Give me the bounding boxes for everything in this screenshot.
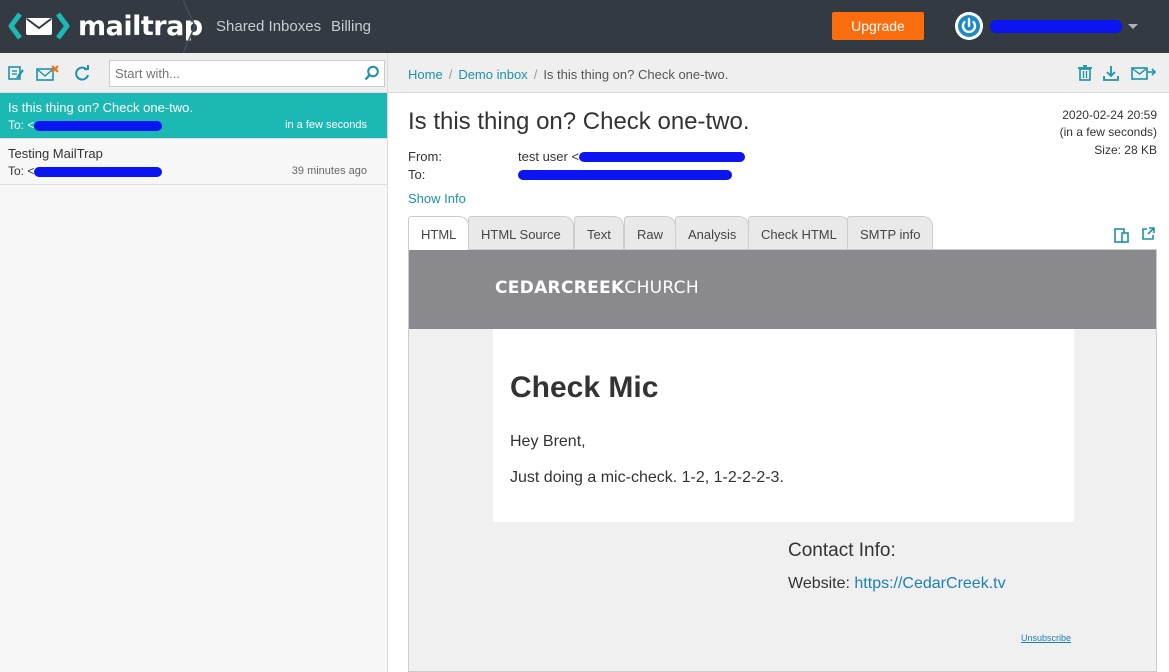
recipient-email-redacted [518, 170, 732, 180]
tab-check-html[interactable]: Check HTML [748, 216, 850, 249]
tab-html[interactable]: HTML [408, 216, 470, 250]
breadcrumb-current: Is this thing on? Check one-two. [543, 67, 729, 82]
recipient-redacted [34, 121, 162, 131]
recipient-redacted [34, 167, 162, 177]
message-subject: Is this thing on? Check one-two. [8, 100, 193, 115]
nav-shared-inboxes[interactable]: Shared Inboxes [216, 18, 321, 35]
email-body-card: Check Mic Hey Brent, Just doing a mic-ch… [493, 329, 1074, 522]
email-banner: CEDARCREEKCHURCH [409, 250, 1156, 329]
message-time: in a few seconds [285, 119, 367, 131]
tab-text[interactable]: Text [574, 216, 624, 249]
sender-email-redacted [579, 152, 745, 162]
contact-website: Website: https://CedarCreek.tv [788, 575, 1006, 593]
nav-divider-icon [183, 0, 196, 53]
nav-billing[interactable]: Billing [331, 18, 371, 35]
unsubscribe-link[interactable]: Unsubscribe [1021, 633, 1071, 643]
mobile-view-icon[interactable] [1114, 227, 1130, 243]
message-to: To: < [8, 118, 35, 132]
clear-inbox-icon[interactable] [36, 64, 60, 82]
breadcrumb-separator: / [448, 67, 453, 82]
user-email-redacted[interactable] [990, 20, 1122, 33]
breadcrumb-separator: / [533, 67, 538, 82]
mailtrap-logo-icon [8, 12, 70, 40]
tab-analysis[interactable]: Analysis [675, 216, 750, 249]
email-html-preview: CEDARCREEKCHURCH Check Mic Hey Brent, Ju… [408, 249, 1157, 672]
message-list-item[interactable]: Testing MailTrap To: < 39 minutes ago [0, 139, 387, 185]
message-size: Size: 28 KB [1094, 143, 1157, 157]
message-list-item[interactable]: Is this thing on? Check one-two. To: < i… [0, 93, 387, 139]
from-label: From: [408, 149, 442, 164]
tab-smtp-info[interactable]: SMTP info [847, 216, 934, 249]
website-label: Website: [788, 575, 855, 592]
mailtrap-logo[interactable]: mailtrap [8, 9, 203, 43]
message-tabs: HTML HTML Source Text Raw Analysis Check… [408, 216, 1157, 250]
forward-email-icon[interactable] [1131, 64, 1157, 82]
brand-light: CHURCH [624, 278, 699, 298]
message-subject-heading: Is this thing on? Check one-two. [408, 108, 750, 135]
email-heading: Check Mic [510, 371, 659, 404]
message-relative-time: (in a few seconds) [1059, 125, 1157, 139]
download-icon[interactable] [1102, 64, 1120, 82]
tab-raw[interactable]: Raw [624, 216, 677, 249]
email-greeting: Hey Brent, [510, 433, 586, 450]
website-link[interactable]: https://CedarCreek.tv [854, 575, 1005, 592]
brand-bold: CEDARCREEK [495, 278, 625, 298]
message-list-pane: Is this thing on? Check one-two. To: < i… [0, 53, 388, 672]
top-nav-bar: mailtrap Shared Inboxes Billing Upgrade [0, 0, 1169, 53]
open-new-window-icon[interactable] [1141, 227, 1155, 241]
message-view-pane: Home / Demo inbox / Is this thing on? Check … [388, 53, 1169, 672]
email-body-text: Just doing a mic-check. 1-2, 1-2-2-2-3. [510, 469, 784, 486]
upgrade-button[interactable]: Upgrade [832, 12, 924, 40]
chevron-down-icon[interactable] [1128, 24, 1138, 29]
refresh-icon[interactable] [73, 64, 91, 82]
from-value: test user < [518, 149, 580, 164]
to-label: To: [408, 167, 426, 182]
tab-html-source[interactable]: HTML Source [468, 216, 574, 249]
message-list-toolbar [0, 53, 387, 93]
show-info-link[interactable]: Show Info [408, 191, 466, 206]
search-input[interactable] [109, 60, 385, 87]
delete-icon[interactable] [1076, 64, 1094, 82]
breadcrumb: Home / Demo inbox / Is this thing on? Check … [408, 67, 728, 82]
breadcrumb-bar: Home / Demo inbox / Is this thing on? Check … [388, 53, 1169, 93]
breadcrumb-home[interactable]: Home [408, 67, 443, 82]
user-avatar-power-icon[interactable] [955, 12, 983, 40]
message-date: 2020-02-24 20:59 [1062, 108, 1157, 122]
search-icon[interactable] [364, 65, 380, 81]
message-time: 39 minutes ago [291, 165, 367, 177]
cedarcreek-logo: CEDARCREEKCHURCH [495, 278, 699, 298]
message-subject: Testing MailTrap [8, 146, 103, 161]
edit-icon[interactable] [7, 64, 25, 82]
message-to: To: < [8, 164, 35, 178]
contact-heading: Contact Info: [788, 540, 896, 561]
breadcrumb-inbox[interactable]: Demo inbox [458, 67, 527, 82]
